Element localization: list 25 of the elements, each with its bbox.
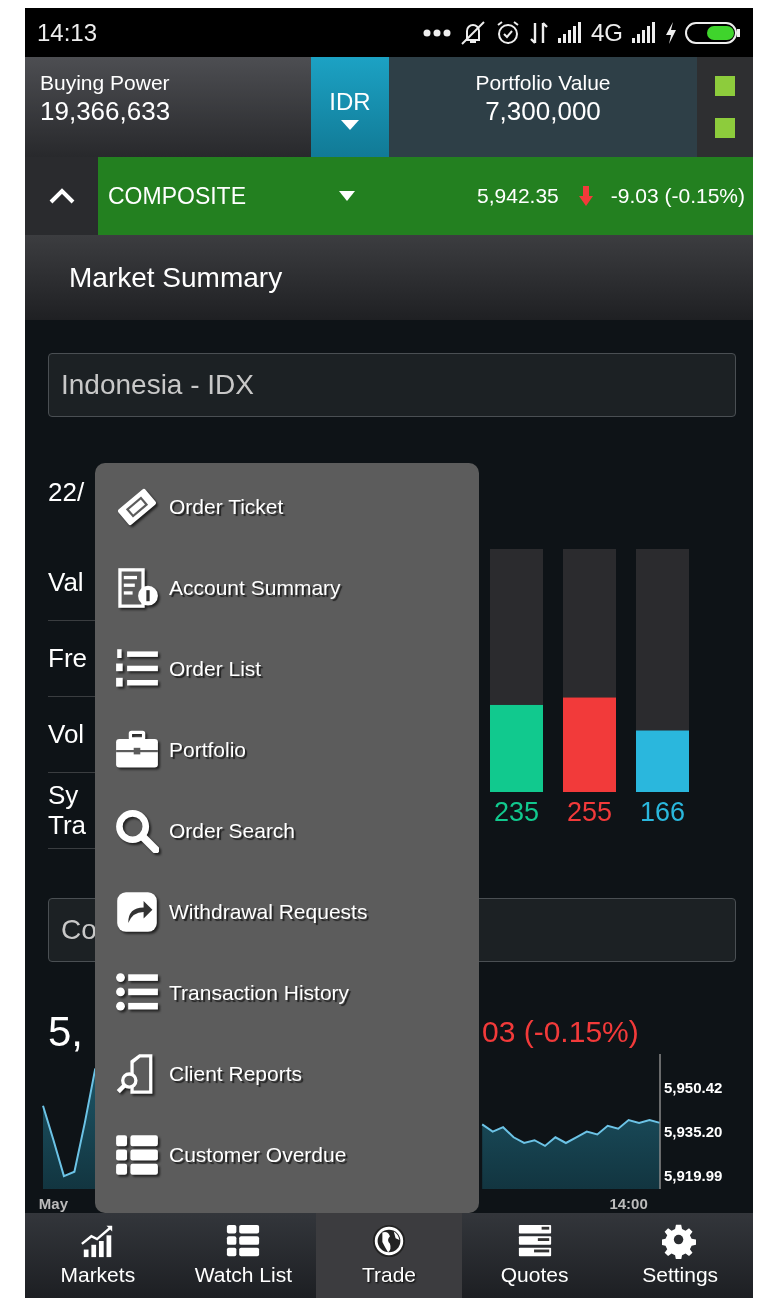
index-price-change: 03 (-0.15%) <box>482 1013 639 1050</box>
date-text: 22/ <box>48 477 85 507</box>
y-tick-label: 5,950.42 <box>664 1079 723 1097</box>
x-tick-label: 14:00 <box>609 1195 648 1212</box>
bar-value: 235 <box>493 797 540 827</box>
page-title: Market Summary <box>69 260 283 295</box>
row-label: Vol <box>48 719 85 750</box>
index-change: -9.03 (-0.15%) <box>610 183 745 210</box>
bar-value: 255 <box>566 797 613 827</box>
clock-time: 14:13 <box>37 17 98 48</box>
portfolio-value-label: Portfolio Value <box>474 70 612 96</box>
y-tick-label: 5,919.99 <box>664 1166 723 1184</box>
buying-power-label: Buying Power <box>40 70 171 96</box>
x-tick-label: May <box>38 1195 69 1212</box>
row-label: Sy Tra <box>48 780 87 841</box>
index-price: 5, <box>48 1007 84 1055</box>
index-name: COMPOSITE <box>108 181 246 211</box>
y-tick-label: 5,935.20 <box>664 1123 723 1140</box>
network-type: 4G <box>591 17 623 48</box>
row-label: Fre <box>48 643 87 674</box>
bar-value: 166 <box>639 797 686 827</box>
row-label: Val <box>48 567 84 598</box>
index-value: 5,942.35 <box>477 183 559 210</box>
buying-power-value: 19,366,633 <box>40 95 172 129</box>
portfolio-value: 7,300,000 <box>484 95 602 129</box>
